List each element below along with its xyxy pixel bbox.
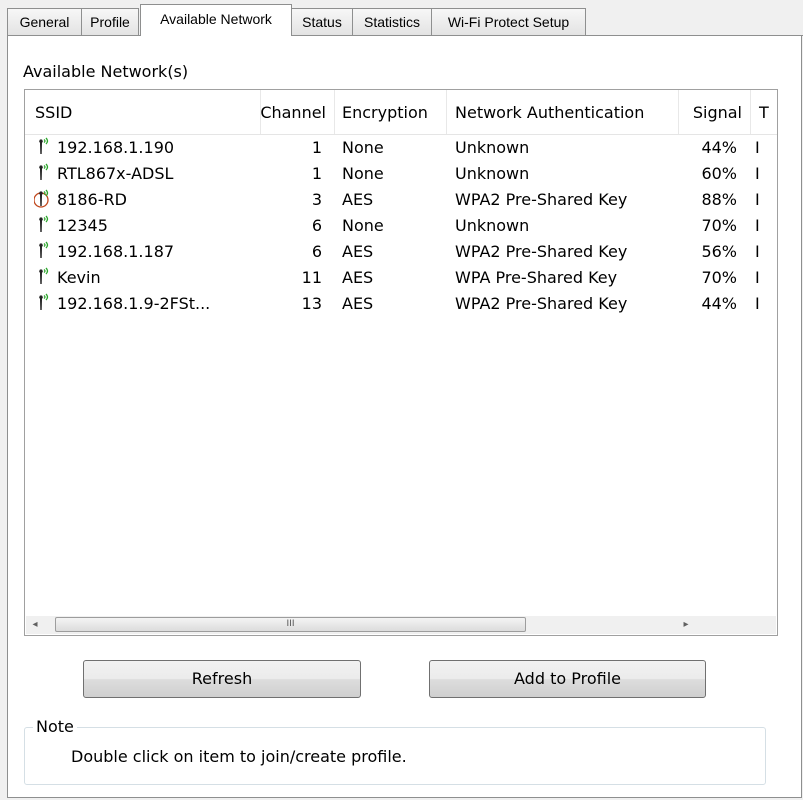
- ssid-text: 192.168.1.190: [57, 138, 175, 157]
- column-signal[interactable]: Signal: [679, 90, 751, 134]
- wireless-antenna-icon: [34, 189, 56, 209]
- table-row[interactable]: 192.168.1.9-2FSt... 13 AES WPA2 Pre-Shared …: [25, 291, 777, 317]
- type-cell: I: [755, 138, 760, 157]
- channel-cell: 1: [311, 138, 322, 157]
- signal-cell: 44%: [701, 138, 737, 157]
- table-row[interactable]: 8186-RD 3 AES WPA2 Pre-Shared Key 88% I: [25, 187, 777, 213]
- type-cell: I: [755, 268, 760, 287]
- tab-status[interactable]: Status: [291, 8, 353, 35]
- wireless-antenna-icon: [34, 241, 56, 261]
- tab-available-network[interactable]: Available Network: [140, 4, 292, 36]
- wireless-antenna-icon: [34, 215, 56, 235]
- ssid-cell: Kevin: [34, 265, 264, 291]
- authentication-cell: WPA2 Pre-Shared Key: [455, 294, 628, 313]
- table-row[interactable]: RTL867x-ADSL 1 None Unknown 60% I: [25, 161, 777, 187]
- channel-cell: 13: [301, 294, 322, 313]
- ssid-cell: 192.168.1.9-2FSt...: [34, 291, 264, 317]
- list-header: SSID Channel Encryption Network Authenti…: [25, 90, 777, 135]
- ssid-text: 8186-RD: [57, 190, 127, 209]
- wireless-antenna-icon: [34, 163, 56, 183]
- wireless-antenna-icon: [34, 137, 56, 157]
- column-network-authentication[interactable]: Network Authentication: [447, 90, 679, 134]
- authentication-cell: Unknown: [455, 138, 530, 157]
- note-label: Note: [33, 717, 77, 736]
- type-cell: I: [755, 294, 760, 313]
- ssid-text: 192.168.1.9-2FSt...: [57, 294, 211, 313]
- signal-cell: 88%: [701, 190, 737, 209]
- signal-cell: 60%: [701, 164, 737, 183]
- column-type[interactable]: T: [751, 90, 777, 134]
- type-cell: I: [755, 216, 760, 235]
- ssid-cell: 12345: [34, 213, 264, 239]
- encryption-cell: AES: [342, 242, 374, 261]
- scroll-left-arrow-icon[interactable]: ◂: [26, 616, 44, 634]
- ssid-cell: 192.168.1.187: [34, 239, 264, 265]
- table-row[interactable]: 12345 6 None Unknown 70% I: [25, 213, 777, 239]
- authentication-cell: Unknown: [455, 164, 530, 183]
- tab-wifi-protect-setup[interactable]: Wi-Fi Protect Setup: [431, 8, 586, 35]
- signal-cell: 70%: [701, 268, 737, 287]
- scroll-right-arrow-icon[interactable]: ▸: [677, 616, 695, 634]
- scroll-thumb[interactable]: III: [55, 617, 526, 632]
- type-cell: I: [755, 242, 760, 261]
- ssid-text: 12345: [57, 216, 108, 235]
- column-ssid[interactable]: SSID: [25, 90, 261, 134]
- ssid-cell: 192.168.1.190: [34, 135, 264, 161]
- table-row[interactable]: Kevin 11 AES WPA Pre-Shared Key 70% I: [25, 265, 777, 291]
- add-to-profile-button[interactable]: Add to Profile: [429, 660, 706, 698]
- tab-general[interactable]: General: [7, 8, 82, 35]
- type-cell: I: [755, 164, 760, 183]
- encryption-cell: None: [342, 216, 384, 235]
- signal-cell: 70%: [701, 216, 737, 235]
- encryption-cell: None: [342, 138, 384, 157]
- authentication-cell: WPA2 Pre-Shared Key: [455, 242, 628, 261]
- channel-cell: 6: [311, 216, 322, 235]
- available-networks-label: Available Network(s): [23, 62, 189, 81]
- ssid-cell: 8186-RD: [34, 187, 264, 213]
- encryption-cell: AES: [342, 268, 374, 287]
- authentication-cell: Unknown: [455, 216, 530, 235]
- ssid-text: 192.168.1.187: [57, 242, 175, 261]
- wireless-antenna-icon: [34, 267, 56, 287]
- ssid-text: Kevin: [57, 268, 101, 287]
- table-row[interactable]: 192.168.1.190 1 None Unknown 44% I: [25, 135, 777, 161]
- authentication-cell: WPA Pre-Shared Key: [455, 268, 618, 287]
- channel-cell: 3: [311, 190, 322, 209]
- ssid-cell: RTL867x-ADSL: [34, 161, 264, 187]
- encryption-cell: AES: [342, 190, 374, 209]
- channel-cell: 6: [311, 242, 322, 261]
- column-encryption[interactable]: Encryption: [334, 90, 447, 134]
- type-cell: I: [755, 190, 760, 209]
- authentication-cell: WPA2 Pre-Shared Key: [455, 190, 628, 209]
- network-list[interactable]: SSID Channel Encryption Network Authenti…: [24, 89, 778, 636]
- note-text: Double click on item to join/create prof…: [71, 747, 407, 766]
- tab-bar: General Profile Available Network Status…: [0, 0, 803, 36]
- column-channel[interactable]: Channel: [251, 90, 335, 134]
- tab-statistics[interactable]: Statistics: [352, 8, 432, 35]
- encryption-cell: None: [342, 164, 384, 183]
- horizontal-scrollbar[interactable]: ◂ III ▸: [26, 616, 776, 634]
- table-row[interactable]: 192.168.1.187 6 AES WPA2 Pre-Shared Key 56% I: [25, 239, 777, 265]
- refresh-button[interactable]: Refresh: [83, 660, 361, 698]
- channel-cell: 11: [301, 268, 322, 287]
- wireless-antenna-icon: [34, 293, 56, 313]
- signal-cell: 56%: [701, 242, 737, 261]
- tab-profile[interactable]: Profile: [81, 8, 139, 35]
- encryption-cell: AES: [342, 294, 374, 313]
- channel-cell: 1: [311, 164, 322, 183]
- signal-cell: 44%: [701, 294, 737, 313]
- ssid-text: RTL867x-ADSL: [57, 164, 174, 183]
